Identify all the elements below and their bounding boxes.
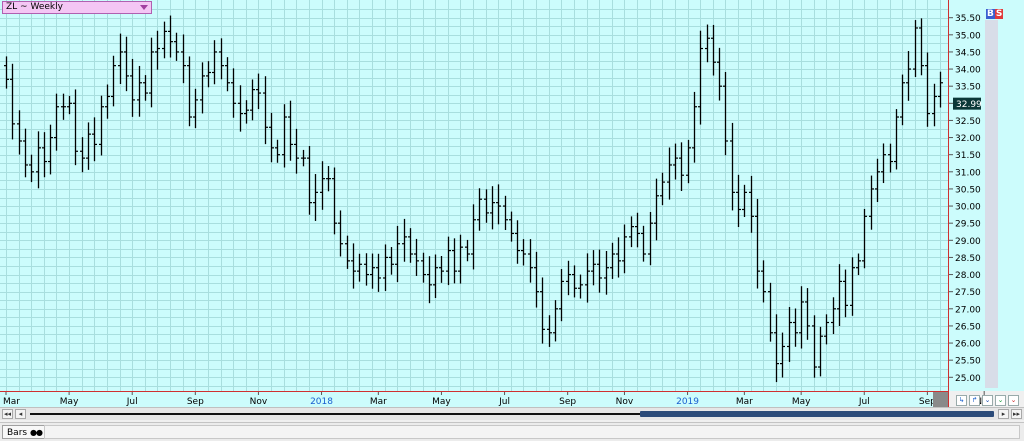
bars-tab-label: Bars	[7, 428, 28, 438]
x-month-label: Mar	[736, 397, 753, 407]
x-month-label: Jul	[498, 397, 510, 407]
corner-box	[933, 392, 948, 407]
status-field	[44, 425, 1020, 439]
x-month-label: Jul	[126, 397, 138, 407]
y-tick-label: 29.50	[955, 220, 981, 230]
scroll-last-icon[interactable]: ▸▸	[1011, 409, 1022, 419]
x-year-label: 2018	[310, 397, 333, 407]
x-month-label: May	[792, 397, 811, 407]
x-month-label: May	[432, 397, 451, 407]
x-year-label: 2019	[676, 397, 699, 407]
double-dot-icon: ●●	[29, 428, 43, 437]
x-month-label: Mar	[3, 397, 20, 407]
y-tick-label: 33.50	[955, 83, 981, 93]
symbol-label: ZL ~ Weekly	[6, 2, 63, 12]
y-tick-label: 28.50	[955, 254, 981, 264]
x-month-label: Mar	[370, 397, 387, 407]
zoom-in-icon[interactable]: ↳	[956, 395, 967, 406]
buy-sell-badge[interactable]: BS	[986, 9, 1004, 19]
bars-tab[interactable]: Bars ●●	[2, 425, 47, 439]
scroll-first-icon[interactable]: ◂◂	[2, 409, 13, 419]
y-tick-label: 26.50	[955, 322, 981, 332]
y-tick-label: 32.50	[955, 117, 981, 127]
current-price-label: 32.99	[956, 100, 982, 110]
y-tick-label: 34.50	[955, 48, 981, 58]
scroll-left-icon[interactable]: ◂	[15, 409, 26, 419]
price-chart[interactable]: 35.5035.0034.5034.0033.5033.0032.5032.00…	[0, 0, 1024, 407]
fit-icon[interactable]: ⌄	[982, 395, 993, 406]
y-tick-label: 32.00	[955, 134, 981, 144]
y-tick-label: 31.00	[955, 168, 981, 178]
dropdown-arrow-icon[interactable]	[140, 5, 148, 10]
green-tool-icon[interactable]: ⌄	[995, 395, 1006, 406]
y-tick-label: 25.00	[955, 374, 981, 384]
x-month-label: Nov	[250, 397, 268, 407]
x-month-label: Nov	[616, 397, 634, 407]
sell-badge[interactable]: S	[994, 9, 1004, 19]
x-month-label: Jul	[858, 397, 870, 407]
horizontal-scrollbar[interactable]: ◂◂ ◂ ▸ ▸▸	[0, 407, 1024, 420]
scroll-right-icon[interactable]: ▸	[998, 409, 1009, 419]
y-tick-label: 30.00	[955, 203, 981, 213]
right-panel-strip	[985, 20, 998, 388]
chart-area[interactable]: 35.5035.0034.5034.0033.5033.0032.5032.00…	[0, 0, 1024, 407]
y-tick-label: 27.00	[955, 305, 981, 315]
y-tick-label: 31.50	[955, 151, 981, 161]
buy-badge[interactable]: B	[986, 9, 995, 19]
current-price-flag: 32.99	[953, 97, 982, 110]
symbol-selector[interactable]: ZL ~ Weekly	[2, 1, 152, 14]
y-tick-label: 35.50	[955, 14, 981, 24]
x-month-label: Sep	[559, 397, 576, 407]
x-month-label: May	[60, 397, 79, 407]
y-tick-label: 25.50	[955, 357, 981, 367]
y-tick-label: 26.00	[955, 340, 981, 350]
y-tick-label: 30.50	[955, 185, 981, 195]
zoom-out-icon[interactable]: ↱	[969, 395, 980, 406]
status-bar: Bars ●●	[0, 422, 1024, 441]
y-tick-label: 29.00	[955, 237, 981, 247]
y-tick-label: 34.00	[955, 66, 981, 76]
y-tick-label: 27.50	[955, 288, 981, 298]
scroll-thumb[interactable]	[640, 411, 994, 417]
red-tool-icon[interactable]: ⌄	[1008, 395, 1019, 406]
y-tick-label: 35.00	[955, 31, 981, 41]
x-month-label: Sep	[187, 397, 204, 407]
y-tick-label: 28.00	[955, 271, 981, 281]
